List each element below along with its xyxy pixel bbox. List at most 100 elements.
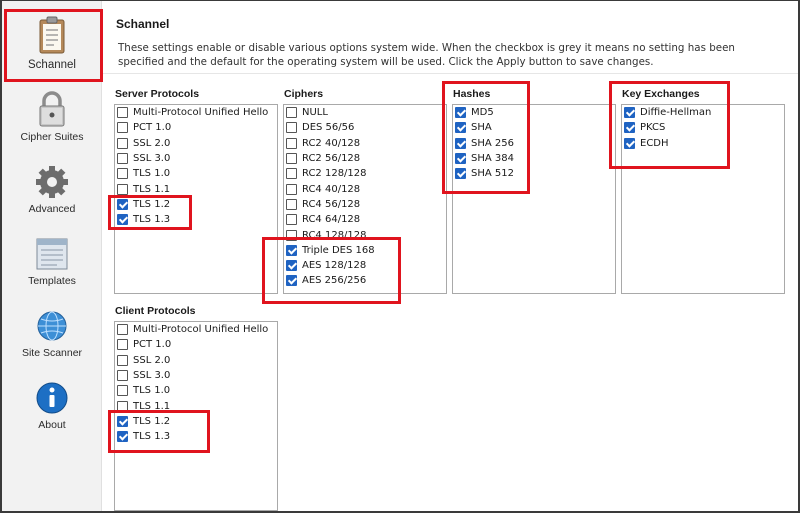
client-protocols-list[interactable]: Multi-Protocol Unified Hello PCT 1.0 SSL 2… [114,321,278,511]
checkbox-item[interactable]: TLS 1.3 [115,429,277,444]
checkbox-item[interactable]: RC2 40/128 [284,136,446,151]
checkbox[interactable] [117,168,128,180]
checkbox[interactable] [286,183,297,195]
checkbox[interactable] [455,107,466,119]
checkbox-item[interactable]: TLS 1.1 [115,181,277,196]
checkbox[interactable] [286,107,297,119]
sidebar-item-templates[interactable]: Templates [2,227,102,297]
checkbox[interactable] [286,153,297,165]
checkbox[interactable] [286,229,297,241]
checkbox[interactable] [117,339,128,351]
checkbox-item[interactable]: RC2 128/128 [284,166,446,181]
checkbox-item[interactable]: Multi-Protocol Unified Hello [115,322,277,337]
checkbox-item[interactable]: TLS 1.1 [115,398,277,413]
sidebar-item-label: Schannel [28,59,76,71]
checkbox-item[interactable]: RC4 40/128 [284,181,446,196]
checkbox[interactable] [117,137,128,149]
checkbox[interactable] [117,107,128,119]
template-icon [36,238,68,270]
checkbox[interactable] [117,324,128,336]
checkbox-item[interactable]: SSL 3.0 [115,368,277,383]
checkbox-label: MD5 [471,107,494,119]
clipboard-icon [39,16,65,54]
sidebar-item-advanced[interactable]: Advanced [2,155,102,225]
checkbox-item[interactable]: SHA 256 [453,136,615,151]
checkbox[interactable] [455,153,466,165]
checkbox[interactable] [286,168,297,180]
checkbox[interactable] [286,122,297,134]
checkbox-item[interactable]: DES 56/56 [284,120,446,135]
info-icon [36,382,68,414]
checkbox[interactable] [286,260,297,272]
checkbox-item[interactable]: PCT 1.0 [115,337,277,352]
checkbox[interactable] [624,122,635,134]
checkbox-item[interactable]: TLS 1.3 [115,212,277,227]
checkbox-label: Multi-Protocol Unified Hello [133,107,269,119]
key-exchanges-list[interactable]: Diffie-Hellman PKCS ECDH [621,104,785,294]
checkbox-label: SSL 2.0 [133,137,171,149]
checkbox[interactable] [286,137,297,149]
checkbox-item[interactable]: Multi-Protocol Unified Hello [115,105,277,120]
sidebar-item-schannel[interactable]: Schannel [2,9,102,81]
checkbox-label: SHA [471,122,492,134]
checkbox-label: TLS 1.3 [133,431,171,443]
checkbox-item[interactable]: RC2 56/128 [284,151,446,166]
sidebar-item-site-scanner[interactable]: Site Scanner [2,299,102,369]
checkbox-item[interactable]: TLS 1.0 [115,383,277,398]
checkbox[interactable] [624,107,635,119]
checkbox-label: RC4 128/128 [302,229,367,241]
padlock-icon [39,91,65,127]
checkbox[interactable] [117,385,128,397]
checkbox-item[interactable]: RC4 64/128 [284,212,446,227]
checkbox[interactable] [286,275,297,287]
checkbox-label: SHA 384 [471,153,514,165]
checkbox[interactable] [117,122,128,134]
checkbox-item[interactable]: ECDH [622,136,784,151]
checkbox[interactable] [117,431,128,443]
hashes-list[interactable]: MD5 SHA SHA 256 SHA 384 SHA 512 [452,104,616,294]
checkbox-item[interactable]: AES 128/128 [284,258,446,273]
checkbox-label: TLS 1.2 [133,198,171,210]
checkbox-item[interactable]: TLS 1.2 [115,414,277,429]
sidebar-item-about[interactable]: About [2,371,102,441]
checkbox[interactable] [455,137,466,149]
checkbox-item[interactable]: RC4 56/128 [284,197,446,212]
checkbox-item[interactable]: Triple DES 168 [284,243,446,258]
checkbox-item[interactable]: PKCS [622,120,784,135]
sidebar-item-cipher-suites[interactable]: Cipher Suites [2,83,102,153]
checkbox-item[interactable]: Diffie-Hellman [622,105,784,120]
checkbox-label: Diffie-Hellman [640,107,712,119]
checkbox[interactable] [286,214,297,226]
checkbox[interactable] [455,168,466,180]
checkbox-item[interactable]: MD5 [453,105,615,120]
ciphers-list[interactable]: NULL DES 56/56 RC2 40/128 RC2 56/128 RC2 128… [283,104,447,294]
checkbox[interactable] [117,354,128,366]
checkbox[interactable] [117,214,128,226]
checkbox-item[interactable]: TLS 1.2 [115,197,277,212]
checkbox[interactable] [455,122,466,134]
checkbox[interactable] [624,137,635,149]
checkbox[interactable] [117,198,128,210]
checkbox[interactable] [117,153,128,165]
checkbox[interactable] [286,198,297,210]
key-exchanges-title: Key Exchanges [622,88,700,100]
checkbox-label: RC2 56/128 [302,153,361,165]
checkbox-item[interactable]: AES 256/256 [284,273,446,288]
checkbox-item[interactable]: NULL [284,105,446,120]
checkbox[interactable] [117,415,128,427]
checkbox[interactable] [286,244,297,256]
checkbox-item[interactable]: RC4 128/128 [284,227,446,242]
checkbox[interactable] [117,370,128,382]
checkbox-item[interactable]: SHA [453,120,615,135]
checkbox-item[interactable]: SSL 3.0 [115,151,277,166]
checkbox[interactable] [117,400,128,412]
checkbox-item[interactable]: TLS 1.0 [115,166,277,181]
checkbox-item[interactable]: PCT 1.0 [115,120,277,135]
server-protocols-list[interactable]: Multi-Protocol Unified Hello PCT 1.0 SSL 2… [114,104,278,294]
checkbox-item[interactable]: SSL 2.0 [115,136,277,151]
page-title: Schannel [116,17,170,31]
checkbox-item[interactable]: SHA 384 [453,151,615,166]
checkbox[interactable] [117,183,128,195]
checkbox-item[interactable]: SHA 512 [453,166,615,181]
checkbox-item[interactable]: SSL 2.0 [115,353,277,368]
